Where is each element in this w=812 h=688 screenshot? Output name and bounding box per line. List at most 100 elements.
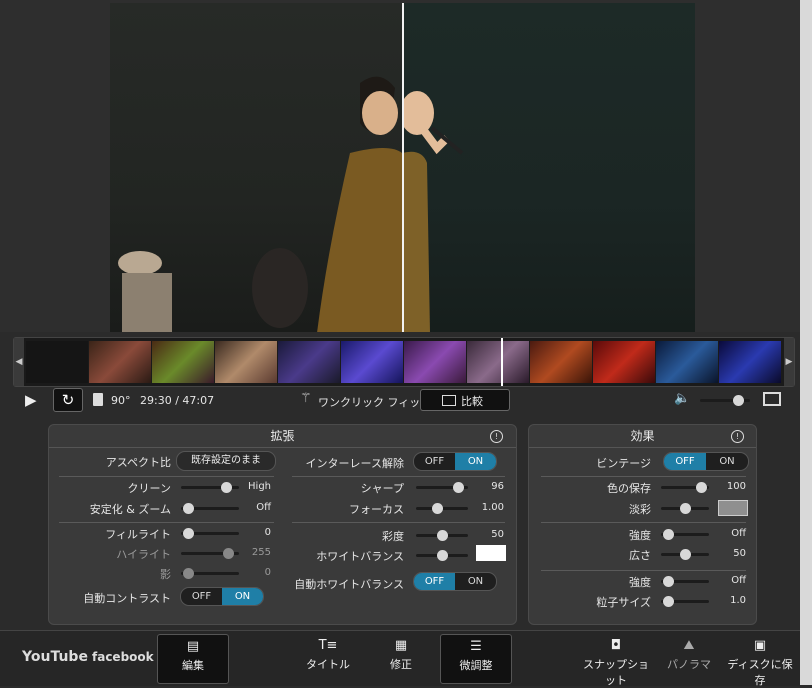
adjusted-preview — [402, 3, 695, 332]
slider-knob[interactable] — [437, 530, 448, 541]
toggle-on[interactable]: ON — [455, 453, 496, 470]
color-keep-slider[interactable] — [661, 482, 709, 493]
rotate-icon[interactable] — [93, 393, 103, 406]
toggle-on[interactable]: ON — [706, 453, 748, 470]
fullscreen-icon[interactable] — [763, 392, 781, 406]
aspect-label: アスペクト比 — [105, 456, 171, 469]
facebook-button[interactable]: facebook — [92, 650, 154, 664]
intensity1-slider[interactable] — [661, 529, 709, 540]
panorama-button[interactable]: ⛰ パノラマ — [662, 634, 716, 682]
aspect-ratio-button[interactable]: 既存設定のまま — [176, 451, 276, 471]
video-preview[interactable] — [110, 3, 695, 332]
vintage-toggle[interactable]: OFF ON — [663, 452, 749, 471]
whitebalance-swatch[interactable] — [476, 545, 506, 561]
filllight-value: 0 — [264, 527, 271, 538]
width-slider[interactable] — [661, 549, 709, 560]
fix-tab[interactable]: ▦ 修正 — [366, 634, 436, 682]
filmstrip-right-arrow-icon[interactable]: ▶ — [784, 338, 794, 386]
tint-label: 淡彩 — [629, 503, 651, 516]
tune-tab[interactable]: ☰ 微調整 — [440, 634, 512, 684]
clean-label: クリーン — [127, 482, 171, 495]
compare-label: 比較 — [461, 395, 483, 408]
filmstrip-thumb[interactable] — [719, 341, 781, 383]
toggle-on[interactable]: ON — [222, 588, 263, 605]
slider-knob[interactable] — [453, 482, 464, 493]
info-icon[interactable]: ! — [731, 430, 744, 443]
slider-knob[interactable] — [680, 503, 691, 514]
filmstrip-playhead[interactable] — [501, 338, 503, 386]
intensity1-label: 強度 — [629, 529, 651, 542]
filmstrip-thumb[interactable] — [341, 341, 403, 383]
toggle-on[interactable]: ON — [455, 573, 496, 590]
background-window-edge — [800, 0, 812, 685]
toggle-off[interactable]: OFF — [414, 573, 455, 590]
filmstrip-thumb[interactable] — [530, 341, 592, 383]
highlight-value: 255 — [251, 547, 271, 558]
filmstrip-left-arrow-icon[interactable]: ◀ — [14, 338, 24, 386]
slider-knob[interactable] — [183, 503, 194, 514]
slider-knob[interactable] — [183, 568, 194, 579]
slider-knob[interactable] — [183, 528, 194, 539]
autowb-toggle[interactable]: OFF ON — [413, 572, 497, 591]
focus-slider[interactable] — [416, 503, 468, 514]
slider-knob[interactable] — [680, 549, 691, 560]
shadow-slider[interactable] — [181, 568, 239, 579]
loop-icon[interactable]: ↻ — [53, 388, 83, 412]
slider-knob[interactable] — [432, 503, 443, 514]
play-icon[interactable]: ▶ — [25, 391, 37, 409]
autocontrast-toggle[interactable]: OFF ON — [180, 587, 264, 606]
sharp-slider[interactable] — [416, 482, 468, 493]
deinterlace-toggle[interactable]: OFF ON — [413, 452, 497, 471]
toggle-off[interactable]: OFF — [664, 453, 706, 470]
effects-panel-title: 効果 — [529, 425, 756, 448]
filmstrip-thumb[interactable] — [593, 341, 655, 383]
vintage-label: ビンテージ — [596, 457, 651, 470]
slider-knob[interactable] — [223, 548, 234, 559]
intensity2-slider[interactable] — [661, 576, 709, 587]
slider-knob[interactable] — [437, 550, 448, 561]
slider-knob[interactable] — [663, 596, 674, 607]
slider-knob[interactable] — [663, 576, 674, 587]
slider-knob[interactable] — [221, 482, 232, 493]
magic-wand-icon[interactable]: ⚚ — [300, 391, 312, 406]
snapshot-label: スナップショット — [583, 658, 649, 687]
volume-knob[interactable] — [733, 395, 744, 406]
tint-slider[interactable] — [661, 503, 709, 514]
filmstrip[interactable]: ◀ ▶ — [13, 337, 795, 387]
compare-divider[interactable] — [402, 3, 404, 332]
fix-icon: ▦ — [394, 638, 408, 653]
stabilize-slider[interactable] — [181, 503, 239, 514]
save-disc-button[interactable]: ▣ ディスクに保存 — [722, 634, 798, 687]
filmstrip-thumb[interactable] — [215, 341, 277, 383]
highlight-label: ハイライト — [116, 548, 171, 561]
volume-icon[interactable]: 🔈 — [674, 391, 690, 406]
clean-slider[interactable] — [181, 482, 239, 493]
youtube-button[interactable]: YouTube — [22, 649, 88, 665]
filllight-slider[interactable] — [181, 528, 239, 539]
filmstrip-thumb[interactable] — [278, 341, 340, 383]
width-label: 広さ — [629, 549, 651, 562]
volume-slider[interactable] — [700, 395, 750, 406]
toggle-off[interactable]: OFF — [181, 588, 222, 605]
filmstrip-thumb[interactable] — [656, 341, 718, 383]
compare-button[interactable]: 比較 — [420, 389, 510, 411]
saturation-slider[interactable] — [416, 530, 468, 541]
rotate-label[interactable]: 90° — [111, 394, 131, 407]
slider-knob[interactable] — [696, 482, 707, 493]
timecode: 29:30 / 47:07 — [140, 394, 215, 407]
filmstrip-thumb[interactable] — [152, 341, 214, 383]
whitebalance-slider[interactable] — [416, 550, 468, 561]
title-tab[interactable]: T≡ タイトル — [293, 634, 363, 682]
slider-knob[interactable] — [663, 529, 674, 540]
toggle-off[interactable]: OFF — [414, 453, 455, 470]
tint-swatch[interactable] — [718, 500, 748, 516]
filmstrip-thumb[interactable] — [89, 341, 151, 383]
grain-slider[interactable] — [661, 596, 709, 607]
filmstrip-thumb[interactable] — [26, 341, 88, 383]
filmstrip-thumb[interactable] — [467, 341, 529, 383]
snapshot-button[interactable]: ◘ スナップショット — [580, 634, 652, 687]
highlight-slider[interactable] — [181, 548, 239, 559]
edit-tab[interactable]: ▤ 編集 — [157, 634, 229, 684]
info-icon[interactable]: ! — [490, 430, 503, 443]
filmstrip-thumb[interactable] — [404, 341, 466, 383]
